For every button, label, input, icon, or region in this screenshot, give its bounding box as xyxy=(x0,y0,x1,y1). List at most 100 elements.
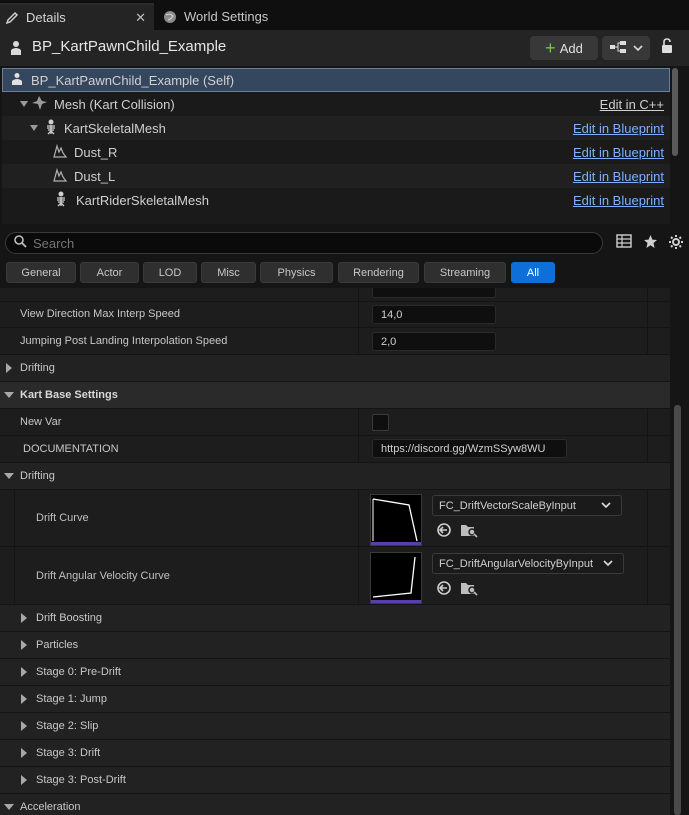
group-drift-boosting[interactable]: Drift Boosting xyxy=(0,605,670,632)
use-selected-icon[interactable] xyxy=(436,522,452,541)
property-label: New Var xyxy=(20,416,62,428)
expand-arrow-icon xyxy=(30,125,38,131)
edit-in-blueprint-link[interactable]: Edit in Blueprint xyxy=(573,121,664,136)
filter-streaming[interactable]: Streaming xyxy=(424,262,506,283)
documentation-url-input[interactable]: https://discord.gg/WzmSSyw8WU xyxy=(372,439,567,458)
filter-lod[interactable]: LOD xyxy=(143,262,197,283)
tree-item-kart-skeletal-mesh[interactable]: KartSkeletalMesh Edit in Blueprint xyxy=(2,116,670,140)
filter-bar: General Actor LOD Misc Physics Rendering… xyxy=(0,260,689,286)
filter-misc[interactable]: Misc xyxy=(201,262,256,283)
pencil-icon xyxy=(4,10,20,26)
particle-icon xyxy=(52,143,68,161)
group-label: Stage 2: Slip xyxy=(36,720,99,732)
group-label: Stage 1: Jump xyxy=(36,693,107,705)
dropdown-value: FC_DriftAngularVelocityByInput xyxy=(439,557,594,570)
jumping-speed-input[interactable]: 2,0 xyxy=(372,332,496,351)
use-selected-icon[interactable] xyxy=(436,580,452,599)
tab-bar: Details ✕ World Settings xyxy=(0,0,689,30)
property-label: DOCUMENTATION xyxy=(23,443,119,455)
new-var-checkbox[interactable] xyxy=(372,414,389,431)
collapse-arrow-icon xyxy=(4,804,14,810)
tree-item-label: Mesh (Kart Collision) xyxy=(54,96,175,112)
gear-icon[interactable] xyxy=(668,234,684,250)
tree-item-kart-rider-skeletal-mesh[interactable]: KartRiderSkeletalMesh Edit in Blueprint xyxy=(2,188,670,212)
browse-asset-icon[interactable] xyxy=(460,522,478,541)
close-icon[interactable]: ✕ xyxy=(135,10,146,26)
tab-world-settings-label: World Settings xyxy=(184,9,269,24)
edit-in-blueprint-link[interactable]: Edit in Blueprint xyxy=(573,193,664,208)
group-stage-1[interactable]: Stage 1: Jump xyxy=(0,686,670,713)
group-particles[interactable]: Particles xyxy=(0,632,670,659)
group-stage-2[interactable]: Stage 2: Slip xyxy=(0,713,670,740)
edit-in-cpp-link[interactable]: Edit in C++ xyxy=(600,97,664,112)
particle-icon xyxy=(52,167,68,185)
chevron-down-icon xyxy=(603,558,613,570)
filter-physics[interactable]: Physics xyxy=(260,262,333,283)
category-kart-base-settings[interactable]: Kart Base Settings xyxy=(0,382,670,409)
search-row xyxy=(0,228,689,258)
view-direction-speed-input[interactable]: 14,0 xyxy=(372,305,496,324)
collapse-arrow-icon xyxy=(4,473,14,479)
edit-in-blueprint-link[interactable]: Edit in Blueprint xyxy=(573,169,664,184)
group-stage-3-post[interactable]: Stage 3: Post-Drift xyxy=(0,767,670,794)
expand-arrow-icon xyxy=(6,363,12,373)
tree-item-dust-l[interactable]: Dust_L Edit in Blueprint xyxy=(2,164,670,188)
asset-action-icons xyxy=(436,522,478,541)
tree-item-dust-r[interactable]: Dust_R Edit in Blueprint xyxy=(2,140,670,164)
expand-arrow-icon xyxy=(20,101,28,107)
group-label: Drifting xyxy=(20,362,55,374)
group-drifting-collapsed[interactable]: Drifting xyxy=(0,355,670,382)
group-label: Stage 3: Post-Drift xyxy=(36,774,126,786)
group-stage-0[interactable]: Stage 0: Pre-Drift xyxy=(0,659,670,686)
collapse-arrow-icon xyxy=(4,392,14,398)
expand-arrow-icon xyxy=(21,721,27,731)
drift-angular-curve-asset-dropdown[interactable]: FC_DriftAngularVelocityByInput xyxy=(432,553,624,574)
category-label: Kart Base Settings xyxy=(20,389,118,401)
add-button-label: Add xyxy=(559,40,583,56)
property-row-drift-angular-velocity-curve: Drift Angular Velocity Curve FC_DriftAng… xyxy=(0,548,670,605)
browse-asset-icon[interactable] xyxy=(460,580,478,599)
group-stage-3[interactable]: Stage 3: Drift xyxy=(0,740,670,767)
pawn-icon xyxy=(9,40,23,59)
tab-details[interactable]: Details ✕ xyxy=(0,3,154,30)
tree-item-label: KartRiderSkeletalMesh xyxy=(76,192,209,208)
group-label: Acceleration xyxy=(20,801,81,813)
property-label: Drift Angular Velocity Curve xyxy=(36,570,170,582)
edit-in-blueprint-link[interactable]: Edit in Blueprint xyxy=(573,145,664,160)
tree-scrollbar[interactable] xyxy=(672,68,678,156)
property-label: View Direction Max Interp Speed xyxy=(20,308,180,320)
property-scrollbar[interactable] xyxy=(674,405,681,815)
filter-rendering[interactable]: Rendering xyxy=(338,262,419,283)
tree-item-mesh[interactable]: Mesh (Kart Collision) Edit in C++ xyxy=(2,92,670,116)
details-header: BP_KartPawnChild_Example + Add xyxy=(0,30,689,66)
lock-icon[interactable] xyxy=(660,38,674,57)
expand-arrow-icon xyxy=(21,613,27,623)
property-row-documentation: DOCUMENTATION https://discord.gg/WzmSSyw… xyxy=(0,436,670,463)
search-box[interactable] xyxy=(5,232,603,254)
asset-action-icons xyxy=(436,580,478,599)
chevron-down-icon xyxy=(601,500,611,512)
group-acceleration[interactable]: Acceleration xyxy=(0,794,670,815)
star-icon[interactable] xyxy=(643,234,658,249)
expand-arrow-icon xyxy=(21,775,27,785)
blueprint-options-button[interactable] xyxy=(602,36,650,60)
filter-general[interactable]: General xyxy=(6,262,76,283)
drift-curve-asset-dropdown[interactable]: FC_DriftVectorScaleByInput xyxy=(432,495,622,516)
curve-thumbnail[interactable] xyxy=(370,552,422,604)
tree-item-self[interactable]: BP_KartPawnChild_Example (Self) xyxy=(2,68,670,92)
search-icon xyxy=(14,235,27,251)
search-input[interactable] xyxy=(33,235,573,251)
property-row-partial xyxy=(0,288,670,302)
group-drifting-expanded[interactable]: Drifting xyxy=(0,463,670,490)
property-value-partial[interactable] xyxy=(372,288,496,298)
tab-world-settings[interactable]: World Settings xyxy=(158,3,288,30)
filter-all[interactable]: All xyxy=(511,262,555,283)
add-component-button[interactable]: + Add xyxy=(530,36,598,60)
group-label: Drifting xyxy=(20,470,55,482)
table-view-icon[interactable] xyxy=(616,234,632,248)
expand-arrow-icon xyxy=(21,640,27,650)
property-label: Drift Curve xyxy=(36,512,89,524)
property-row-new-var: New Var xyxy=(0,409,670,436)
curve-thumbnail[interactable] xyxy=(370,494,422,546)
filter-actor[interactable]: Actor xyxy=(80,262,139,283)
